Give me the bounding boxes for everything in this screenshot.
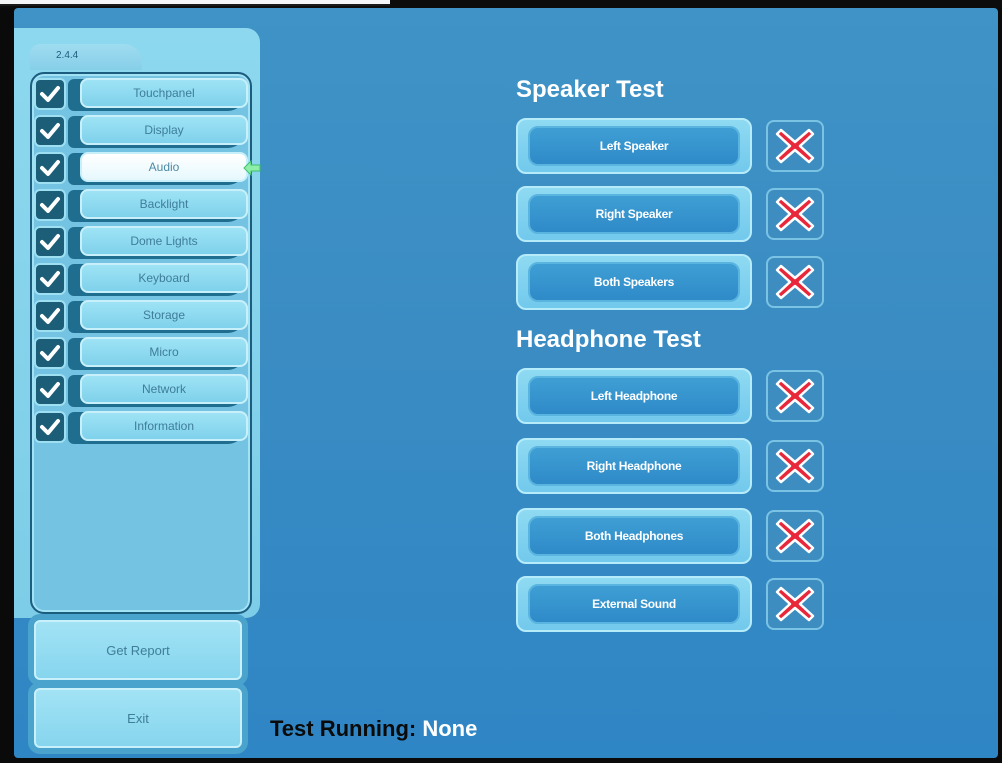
check-icon	[34, 263, 66, 295]
nav-row-display: Display	[32, 115, 258, 148]
check-icon	[34, 78, 66, 110]
nav-item-dome-lights[interactable]: Dome Lights	[80, 226, 248, 256]
get-report-button[interactable]: Get Report	[34, 620, 242, 680]
nav-row-audio: Audio	[32, 152, 261, 185]
test-row-right-speaker: Right Speaker	[516, 186, 828, 242]
test-row-external-sound: External Sound	[516, 576, 828, 632]
test-row-left-speaker: Left Speaker	[516, 118, 828, 174]
nav-item-touchpanel[interactable]: Touchpanel	[80, 78, 248, 108]
external-sound-button[interactable]: External Sound	[528, 584, 740, 624]
left-panel: 2.4.4 Touchpanel Display Audio Backlight	[14, 28, 261, 618]
test-row-both-speakers: Both Speakers	[516, 254, 828, 310]
check-icon	[34, 411, 66, 443]
both-speakers-button[interactable]: Both Speakers	[528, 262, 740, 302]
check-icon	[34, 337, 66, 369]
test-row-both-headphones: Both Headphones	[516, 508, 828, 564]
top-white-bar	[0, 0, 390, 6]
nav-row-dome-lights: Dome Lights	[32, 226, 258, 259]
nav-item-information[interactable]: Information	[80, 411, 248, 441]
x-mark-icon	[766, 578, 824, 630]
nav-item-keyboard[interactable]: Keyboard	[80, 263, 248, 293]
nav-row-storage: Storage	[32, 300, 258, 333]
both-headphones-button[interactable]: Both Headphones	[528, 516, 740, 556]
check-icon	[34, 189, 66, 221]
version-label: 2.4.4	[30, 44, 142, 70]
nav-item-backlight[interactable]: Backlight	[80, 189, 248, 219]
x-mark-icon	[766, 440, 824, 492]
right-speaker-button[interactable]: Right Speaker	[528, 194, 740, 234]
exit-button[interactable]: Exit	[34, 688, 242, 748]
check-icon	[34, 152, 66, 184]
nav-item-display[interactable]: Display	[80, 115, 248, 145]
nav-row-touchpanel: Touchpanel	[32, 78, 258, 111]
nav-row-information: Information	[32, 411, 258, 444]
arrow-left-icon	[243, 159, 261, 177]
x-mark-icon	[766, 256, 824, 308]
nav-item-storage[interactable]: Storage	[80, 300, 248, 330]
nav-item-network[interactable]: Network	[80, 374, 248, 404]
nav-row-network: Network	[32, 374, 258, 407]
nav-item-micro[interactable]: Micro	[80, 337, 248, 367]
check-icon	[34, 226, 66, 258]
status-value: None	[422, 716, 478, 741]
nav-row-micro: Micro	[32, 337, 258, 370]
nav-item-audio[interactable]: Audio	[80, 152, 248, 182]
left-speaker-button[interactable]: Left Speaker	[528, 126, 740, 166]
x-mark-icon	[766, 188, 824, 240]
left-headphone-button[interactable]: Left Headphone	[528, 376, 740, 416]
nav-row-keyboard: Keyboard	[32, 263, 258, 296]
x-mark-icon	[766, 510, 824, 562]
x-mark-icon	[766, 370, 824, 422]
test-row-left-headphone: Left Headphone	[516, 368, 828, 424]
check-icon	[34, 115, 66, 147]
status-label: Test Running:	[270, 716, 417, 741]
nav-row-backlight: Backlight	[32, 189, 258, 222]
speaker-test-title: Speaker Test	[516, 76, 664, 103]
check-icon	[34, 374, 66, 406]
test-row-right-headphone: Right Headphone	[516, 438, 828, 494]
headphone-test-title: Headphone Test	[516, 326, 701, 353]
test-running-status: Test Running: None	[270, 716, 477, 742]
app-screen: 2.4.4 Touchpanel Display Audio Backlight	[14, 8, 998, 758]
check-icon	[34, 300, 66, 332]
x-mark-icon	[766, 120, 824, 172]
right-headphone-button[interactable]: Right Headphone	[528, 446, 740, 486]
